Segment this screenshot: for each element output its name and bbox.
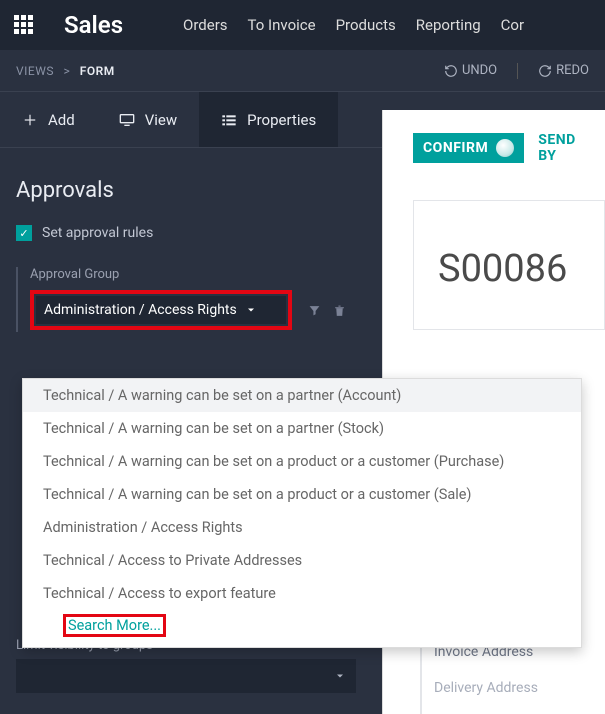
tab-properties-label: Properties (247, 111, 316, 129)
apps-icon[interactable] (14, 15, 34, 35)
breadcrumb-sep: > (63, 64, 70, 78)
dropdown-option[interactable]: Administration / Access Rights (23, 511, 581, 544)
dropdown-option[interactable]: Technical / A warning can be set on a pr… (23, 478, 581, 511)
nav-to-invoice[interactable]: To Invoice (248, 16, 316, 34)
set-approval-rules-row[interactable]: ✓ Set approval rules (16, 225, 364, 241)
divider (517, 63, 518, 79)
secondary-bar: VIEWS > FORM UNDO REDO (0, 50, 605, 92)
undo-label: UNDO (462, 63, 497, 78)
redo-label: REDO (556, 63, 589, 78)
undo-icon (444, 64, 458, 78)
tab-view[interactable]: View (97, 92, 199, 147)
list-icon (221, 112, 237, 128)
highlight-marker: Administration / Access Rights (30, 290, 292, 330)
limit-visibility-select[interactable] (16, 659, 356, 693)
delivery-address-label: Delivery Address (434, 670, 538, 706)
breadcrumb-root[interactable]: VIEWS (16, 64, 54, 78)
nav-products[interactable]: Products (336, 16, 396, 34)
tab-add-label: Add (48, 111, 75, 129)
redo-button[interactable]: REDO (538, 63, 589, 78)
tab-add[interactable]: Add (0, 92, 97, 147)
dropdown-option[interactable]: Technical / Access to Private Addresses (23, 544, 581, 577)
approval-group-value: Administration / Access Rights (44, 302, 237, 318)
dropdown-option[interactable]: Technical / A warning can be set on a pa… (23, 412, 581, 445)
search-more-link[interactable]: Search More... (68, 617, 161, 634)
nav-reporting[interactable]: Reporting (416, 16, 481, 34)
undo-button[interactable]: UNDO (444, 63, 497, 78)
approval-group-dropdown: Technical / A warning can be set on a pa… (22, 378, 582, 648)
tab-properties[interactable]: Properties (199, 92, 338, 147)
filter-icon[interactable] (308, 304, 321, 318)
plus-icon (22, 112, 38, 128)
confirm-button[interactable]: CONFIRM (413, 133, 524, 163)
checkbox-checked-icon[interactable]: ✓ (16, 225, 32, 241)
panel-title: Approvals (16, 178, 364, 203)
dropdown-option[interactable]: Technical / A warning can be set on a pr… (23, 445, 581, 478)
breadcrumb-current: FORM (80, 64, 115, 78)
trash-icon[interactable] (333, 304, 346, 318)
undo-redo-group: UNDO REDO (444, 63, 589, 79)
top-bar: Sales Orders To Invoice Products Reporti… (0, 0, 605, 50)
chevron-down-icon (334, 670, 346, 682)
nav-configuration[interactable]: Cor (501, 16, 524, 34)
highlight-marker: Search More... (63, 614, 166, 637)
redo-icon (538, 64, 552, 78)
monitor-icon (119, 112, 135, 128)
approval-group-select[interactable]: Administration / Access Rights (36, 296, 286, 324)
approval-indicator-icon (496, 139, 514, 157)
top-nav: Orders To Invoice Products Reporting Cor (183, 16, 524, 34)
document-card: S00086 (413, 200, 605, 330)
approval-config: Approval Group Administration / Access R… (16, 267, 364, 332)
properties-panel: Approvals ✓ Set approval rules Approval … (0, 148, 380, 348)
document-number: S00086 (438, 247, 604, 291)
send-by-button[interactable]: SEND BY (538, 132, 589, 164)
chevron-down-icon (245, 304, 257, 316)
confirm-label: CONFIRM (423, 140, 488, 156)
approval-group-tools (308, 304, 346, 318)
dropdown-option[interactable]: Technical / Access to export feature (23, 577, 581, 610)
approval-group-label: Approval Group (30, 267, 364, 282)
set-approval-rules-label: Set approval rules (42, 225, 153, 241)
app-title: Sales (64, 11, 123, 39)
breadcrumb: VIEWS > FORM (16, 64, 115, 78)
tab-view-label: View (145, 111, 177, 129)
dropdown-option[interactable]: Technical / A warning can be set on a pa… (23, 379, 581, 412)
nav-orders[interactable]: Orders (183, 16, 228, 34)
form-header: CONFIRM SEND BY (383, 110, 605, 164)
